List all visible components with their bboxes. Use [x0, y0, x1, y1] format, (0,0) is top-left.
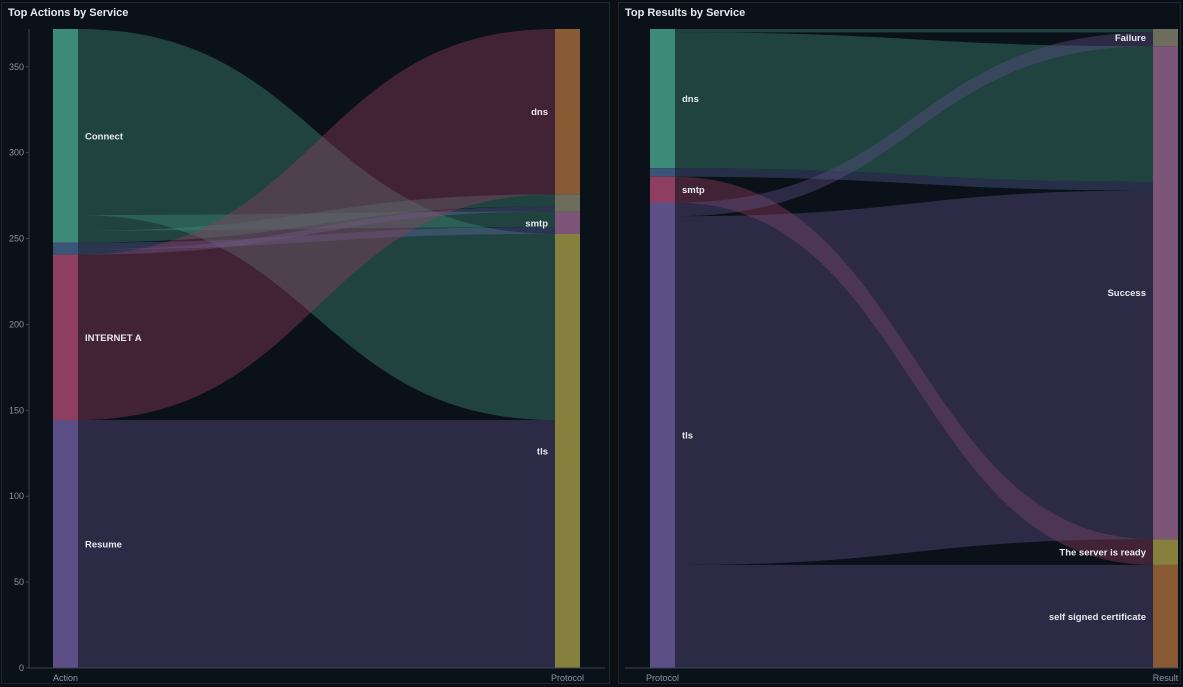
sankey-node-left[interactable]	[650, 176, 675, 203]
y-tick-label: 50	[14, 577, 24, 587]
sankey-node-left[interactable]	[650, 202, 675, 668]
node-label: self signed certificate	[1049, 612, 1146, 623]
sankey-node-left[interactable]	[650, 29, 675, 169]
sankey-link[interactable]	[675, 190, 1153, 565]
sankey-node-left[interactable]	[53, 29, 78, 243]
results-sankey-chart: dns smtp tls Failure Success The server is re…	[625, 29, 1179, 683]
node-label: tls	[682, 431, 693, 442]
sankey-link[interactable]	[675, 32, 1153, 182]
node-label: smtp	[682, 185, 705, 196]
node-label: Failure	[1115, 33, 1146, 44]
node-label: dns	[531, 107, 548, 118]
sankey-node-right[interactable]	[555, 194, 580, 212]
y-tick-label: 150	[9, 405, 24, 415]
link-layer	[78, 29, 555, 668]
y-tick-label: 350	[9, 62, 24, 72]
sankey-link[interactable]	[675, 29, 1153, 33]
sankey-node-left[interactable]	[53, 254, 78, 420]
column-label: Action	[53, 673, 78, 683]
link-layer	[675, 29, 1153, 668]
y-tick-label: 200	[9, 319, 24, 329]
y-tick-label: 100	[9, 491, 24, 501]
sankey-node-right[interactable]	[555, 29, 580, 195]
node-label: INTERNET A	[85, 333, 142, 344]
sankey-node-left[interactable]	[53, 242, 78, 255]
sankey-node-right[interactable]	[1153, 29, 1178, 47]
node-label: tls	[537, 446, 548, 457]
sankey-link[interactable]	[78, 419, 555, 668]
sankey-node-right[interactable]	[1153, 539, 1178, 565]
y-tick-label: 300	[9, 148, 24, 158]
sankey-node-right[interactable]	[1153, 564, 1178, 668]
results-panel: Top Results by Service dns smtp tls Failure…	[618, 2, 1181, 684]
sankey-node-left[interactable]	[53, 419, 78, 668]
actions-panel: Top Actions by Service Connect INTERNET A…	[1, 2, 610, 684]
column-label: Result	[1153, 673, 1179, 683]
sankey-node-right[interactable]	[555, 211, 580, 234]
node-label: The server is ready	[1059, 548, 1146, 559]
sankey-node-left[interactable]	[650, 168, 675, 177]
node-label: smtp	[525, 218, 548, 229]
column-label: Protocol	[646, 673, 679, 683]
node-label: Resume	[85, 539, 122, 550]
node-label: Connect	[85, 131, 124, 142]
sankey-node-right[interactable]	[555, 233, 580, 668]
node-label: Success	[1107, 288, 1146, 299]
node-label: dns	[682, 94, 699, 105]
column-label: Protocol	[551, 673, 584, 683]
y-tick-label: 250	[9, 234, 24, 244]
actions-sankey-chart: Connect INTERNET A Resume dns smtp tls Action P…	[9, 29, 605, 683]
sankey-node-right[interactable]	[1153, 46, 1178, 540]
y-tick-label: 0	[19, 663, 24, 673]
